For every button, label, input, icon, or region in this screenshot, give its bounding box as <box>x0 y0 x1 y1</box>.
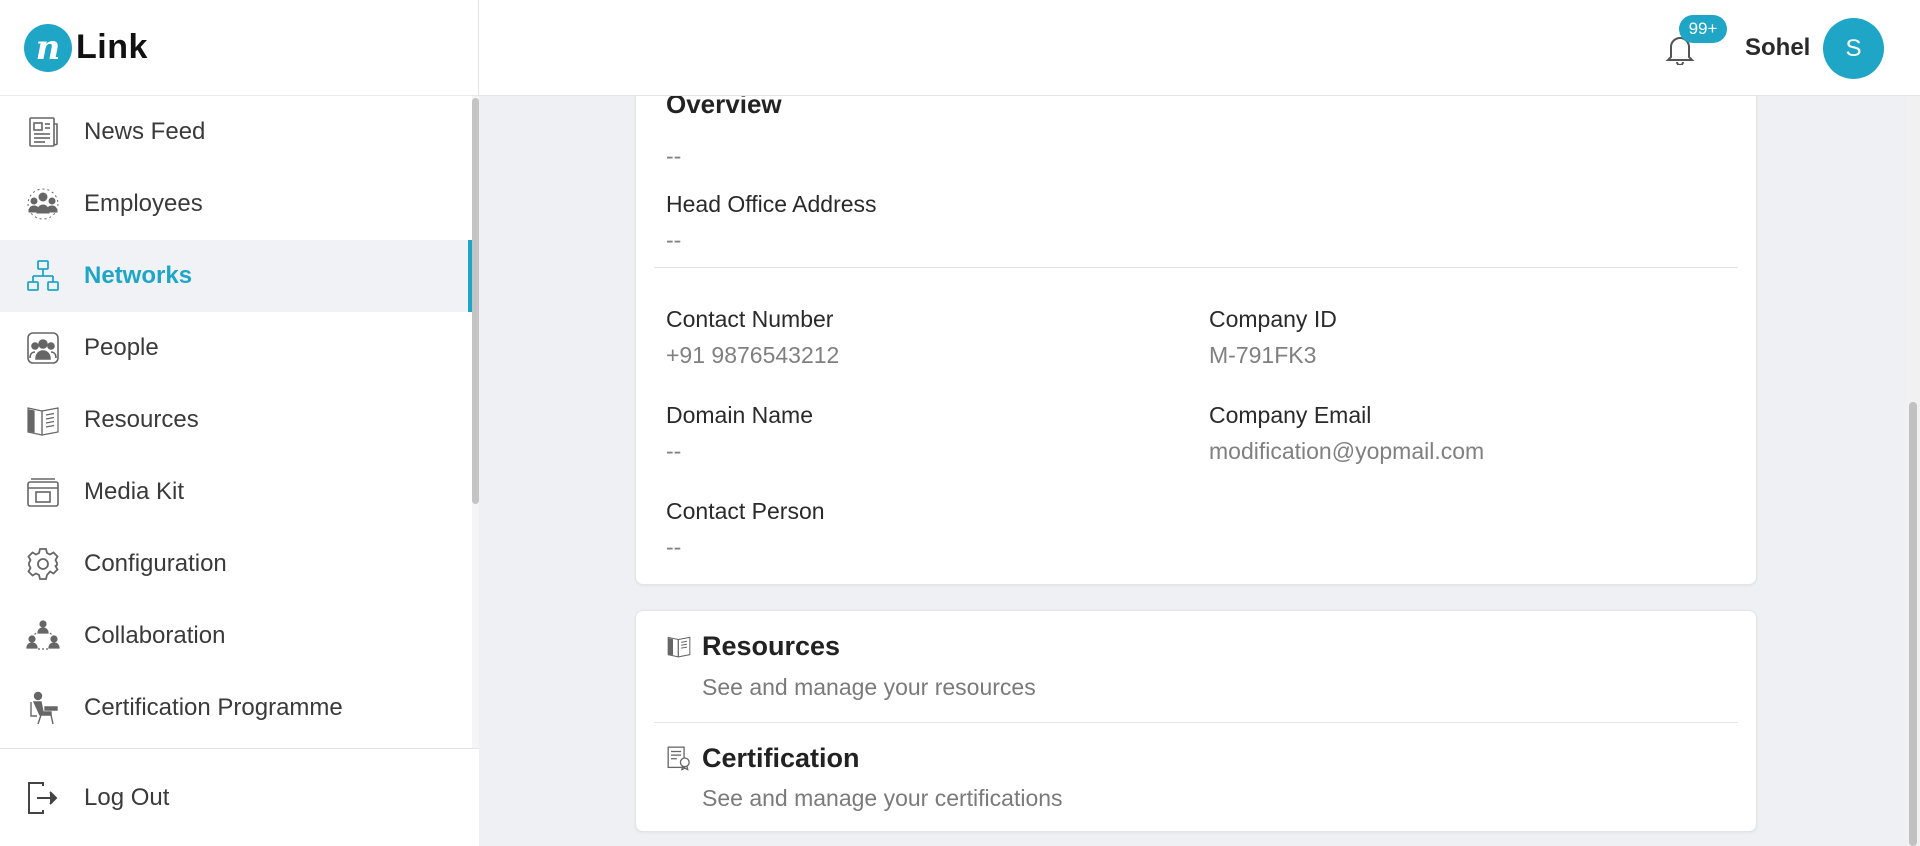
sidebar-item-label: Resources <box>84 406 199 433</box>
top-header: 99+ Sohel S <box>479 0 1920 96</box>
resources-title: Resources <box>702 631 841 661</box>
sidebar-item-collaboration[interactable]: Collaboration <box>0 600 472 672</box>
head-office-label: Head Office Address <box>666 191 877 217</box>
sidebar-item-label: Collaboration <box>84 622 226 649</box>
main-content: Overview -- Head Office Address -- Conta… <box>479 96 1920 846</box>
certification-programme-icon <box>24 689 62 727</box>
divider <box>654 722 1738 723</box>
employees-icon <box>24 185 62 223</box>
sidebar-scrollbar[interactable] <box>472 96 479 748</box>
sidebar: n Link News Feed Employees Networks Peop… <box>0 0 479 846</box>
logout-icon <box>24 779 62 817</box>
sidebar-item-networks[interactable]: Networks <box>0 240 472 312</box>
sidebar-item-label: People <box>84 334 159 361</box>
sidebar-item-label: Networks <box>84 262 193 289</box>
sidebar-scroll-thumb[interactable] <box>472 98 479 504</box>
logo[interactable]: n Link <box>0 0 478 96</box>
people-icon <box>24 329 62 367</box>
logout-button[interactable]: Log Out <box>0 748 479 846</box>
resources-icon <box>667 636 691 658</box>
company-id-value: M-791FK3 <box>1209 342 1317 368</box>
news-feed-icon <box>24 113 62 151</box>
sidebar-nav: News Feed Employees Networks People Reso… <box>0 96 472 748</box>
media-kit-icon <box>24 473 62 511</box>
collaboration-icon <box>24 617 62 655</box>
sidebar-item-employees[interactable]: Employees <box>0 168 472 240</box>
certification-subtitle: See and manage your certifications <box>702 785 1063 811</box>
domain-name-value: -- <box>666 438 682 464</box>
sidebar-item-label: Media Kit <box>84 478 185 505</box>
notification-badge[interactable]: 99+ <box>1679 15 1727 43</box>
overview-label: Overview <box>666 96 782 119</box>
logo-text: Link <box>76 28 148 66</box>
company-id-label: Company ID <box>1209 306 1337 332</box>
sidebar-item-label: News Feed <box>84 118 206 145</box>
divider <box>654 267 1738 268</box>
sections-card: Resources See and manage your resources … <box>635 610 1757 832</box>
domain-name-label: Domain Name <box>666 402 813 428</box>
page-scroll-thumb[interactable] <box>1909 402 1917 846</box>
certification-title: Certification <box>702 743 860 773</box>
user-name[interactable]: Sohel <box>1745 34 1810 62</box>
head-office-value: -- <box>666 227 682 253</box>
sidebar-item-label: Configuration <box>84 550 227 577</box>
company-details-card: Overview -- Head Office Address -- Conta… <box>635 96 1757 585</box>
resources-icon <box>24 401 62 439</box>
company-email-value: modification@yopmail.com <box>1209 438 1485 464</box>
avatar[interactable]: S <box>1823 18 1884 79</box>
overview-value: -- <box>666 143 682 169</box>
gear-icon <box>24 545 62 583</box>
sidebar-item-people[interactable]: People <box>0 312 472 384</box>
sidebar-item-label: Employees <box>84 190 203 217</box>
contact-person-label: Contact Person <box>666 498 825 524</box>
sidebar-item-label: Certification Programme <box>84 694 343 721</box>
logo-mark: n <box>24 23 72 72</box>
certificate-icon <box>667 746 690 771</box>
networks-icon <box>24 257 62 295</box>
sidebar-item-media-kit[interactable]: Media Kit <box>0 456 472 528</box>
sidebar-item-configuration[interactable]: Configuration <box>0 528 472 600</box>
contact-person-value: -- <box>666 534 682 560</box>
resources-subtitle: See and manage your resources <box>702 674 1036 700</box>
page-scrollbar[interactable] <box>1906 96 1920 846</box>
sidebar-item-news-feed[interactable]: News Feed <box>0 96 472 168</box>
contact-number-label: Contact Number <box>666 306 834 332</box>
sidebar-item-resources[interactable]: Resources <box>0 384 472 456</box>
logout-label: Log Out <box>84 783 170 811</box>
contact-number-value: +91 9876543212 <box>666 342 840 368</box>
company-email-label: Company Email <box>1209 402 1372 428</box>
sidebar-item-certification-programme[interactable]: Certification Programme <box>0 672 472 744</box>
